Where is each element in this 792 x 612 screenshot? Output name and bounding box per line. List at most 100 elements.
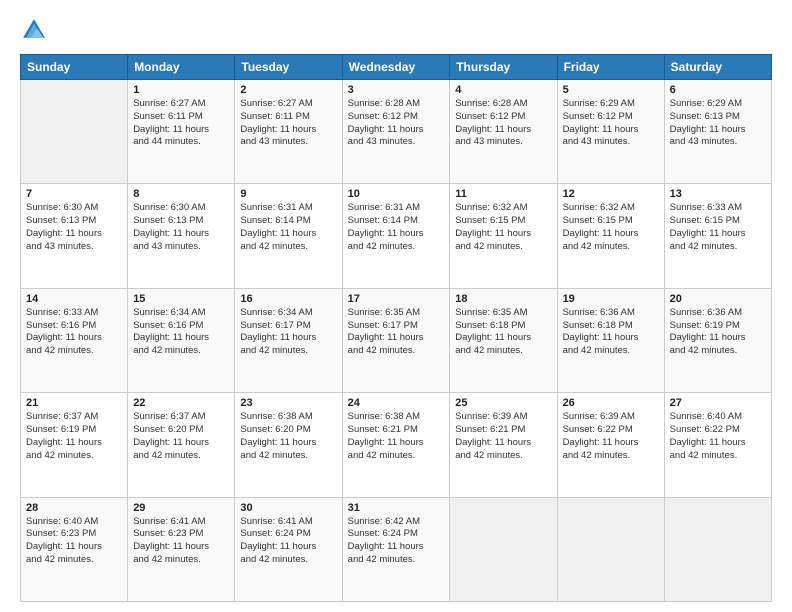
calendar-cell: 26Sunrise: 6:39 AM Sunset: 6:22 PM Dayli… bbox=[557, 393, 664, 497]
day-number: 22 bbox=[133, 397, 229, 409]
day-info: Sunrise: 6:37 AM Sunset: 6:19 PM Dayligh… bbox=[26, 411, 122, 462]
day-number: 21 bbox=[26, 397, 122, 409]
day-info: Sunrise: 6:36 AM Sunset: 6:19 PM Dayligh… bbox=[670, 307, 766, 358]
day-of-week-header: Wednesday bbox=[342, 55, 450, 80]
day-info: Sunrise: 6:33 AM Sunset: 6:15 PM Dayligh… bbox=[670, 202, 766, 253]
calendar-cell: 29 Sunrise: 6:41 AM Sunset: 6:23 PM Dayli… bbox=[128, 497, 235, 601]
header bbox=[20, 16, 772, 44]
day-number: 30 bbox=[240, 502, 336, 514]
day-number: 5 bbox=[563, 84, 659, 96]
day-of-week-header: Thursday bbox=[450, 55, 557, 80]
calendar-cell: 13 Sunrise: 6:33 AM Sunset: 6:15 PM Dayli… bbox=[664, 184, 771, 288]
day-of-week-header: Friday bbox=[557, 55, 664, 80]
calendar: SundayMondayTuesdayWednesdayThursdayFrid… bbox=[20, 54, 772, 602]
day-info: Sunrise: 6:28 AM Sunset: 6:12 PM Dayligh… bbox=[348, 98, 445, 149]
calendar-cell: 4 Sunrise: 6:28 AM Sunset: 6:12 PM Daylig… bbox=[450, 80, 557, 184]
calendar-cell: 10 Sunrise: 6:31 AM Sunset: 6:14 PM Dayli… bbox=[342, 184, 450, 288]
day-info: Sunrise: 6:40 AM Sunset: 6:22 PM Dayligh… bbox=[670, 411, 766, 462]
page: SundayMondayTuesdayWednesdayThursdayFrid… bbox=[0, 0, 792, 612]
calendar-cell bbox=[557, 497, 664, 601]
day-info: Sunrise: 6:34 AM Sunset: 6:17 PM Dayligh… bbox=[240, 307, 336, 358]
day-info: Sunrise: 6:36 AM Sunset: 6:18 PM Dayligh… bbox=[563, 307, 659, 358]
calendar-cell: 30Sunrise: 6:41 AM Sunset: 6:24 PM Dayli… bbox=[235, 497, 342, 601]
calendar-week-row: 1 Sunrise: 6:27 AM Sunset: 6:11 PM Daylig… bbox=[21, 80, 772, 184]
calendar-week-row: 7 Sunrise: 6:30 AM Sunset: 6:13 PM Daylig… bbox=[21, 184, 772, 288]
day-number: 25 bbox=[455, 397, 551, 409]
logo bbox=[20, 16, 52, 44]
calendar-cell: 27 Sunrise: 6:40 AM Sunset: 6:22 PM Dayli… bbox=[664, 393, 771, 497]
calendar-cell: 1 Sunrise: 6:27 AM Sunset: 6:11 PM Daylig… bbox=[128, 80, 235, 184]
day-number: 18 bbox=[455, 293, 551, 305]
day-number: 12 bbox=[563, 188, 659, 200]
calendar-cell: 8 Sunrise: 6:30 AM Sunset: 6:13 PM Daylig… bbox=[128, 184, 235, 288]
day-number: 7 bbox=[26, 188, 122, 200]
day-info: Sunrise: 6:32 AM Sunset: 6:15 PM Dayligh… bbox=[455, 202, 551, 253]
day-number: 28 bbox=[26, 502, 122, 514]
day-info: Sunrise: 6:30 AM Sunset: 6:13 PM Dayligh… bbox=[133, 202, 229, 253]
day-number: 29 bbox=[133, 502, 229, 514]
calendar-week-row: 28Sunrise: 6:40 AM Sunset: 6:23 PM Dayli… bbox=[21, 497, 772, 601]
calendar-cell: 31 Sunrise: 6:42 AM Sunset: 6:24 PM Dayli… bbox=[342, 497, 450, 601]
day-number: 1 bbox=[133, 84, 229, 96]
day-number: 17 bbox=[348, 293, 445, 305]
day-of-week-header: Tuesday bbox=[235, 55, 342, 80]
calendar-cell: 23 Sunrise: 6:38 AM Sunset: 6:20 PM Dayli… bbox=[235, 393, 342, 497]
day-info: Sunrise: 6:28 AM Sunset: 6:12 PM Dayligh… bbox=[455, 98, 551, 149]
calendar-cell: 20 Sunrise: 6:36 AM Sunset: 6:19 PM Dayli… bbox=[664, 288, 771, 392]
calendar-cell: 6Sunrise: 6:29 AM Sunset: 6:13 PM Daylig… bbox=[664, 80, 771, 184]
day-info: Sunrise: 6:33 AM Sunset: 6:16 PM Dayligh… bbox=[26, 307, 122, 358]
calendar-cell: 2 Sunrise: 6:27 AM Sunset: 6:11 PM Daylig… bbox=[235, 80, 342, 184]
calendar-cell bbox=[21, 80, 128, 184]
day-info: Sunrise: 6:32 AM Sunset: 6:15 PM Dayligh… bbox=[563, 202, 659, 253]
calendar-cell: 18 Sunrise: 6:35 AM Sunset: 6:18 PM Dayli… bbox=[450, 288, 557, 392]
day-number: 13 bbox=[670, 188, 766, 200]
day-info: Sunrise: 6:42 AM Sunset: 6:24 PM Dayligh… bbox=[348, 516, 445, 567]
day-info: Sunrise: 6:38 AM Sunset: 6:21 PM Dayligh… bbox=[348, 411, 445, 462]
day-info: Sunrise: 6:31 AM Sunset: 6:14 PM Dayligh… bbox=[240, 202, 336, 253]
day-number: 31 bbox=[348, 502, 445, 514]
day-number: 14 bbox=[26, 293, 122, 305]
day-of-week-header: Monday bbox=[128, 55, 235, 80]
calendar-cell: 28Sunrise: 6:40 AM Sunset: 6:23 PM Dayli… bbox=[21, 497, 128, 601]
day-number: 8 bbox=[133, 188, 229, 200]
day-info: Sunrise: 6:29 AM Sunset: 6:12 PM Dayligh… bbox=[563, 98, 659, 149]
calendar-cell: 5 Sunrise: 6:29 AM Sunset: 6:12 PM Daylig… bbox=[557, 80, 664, 184]
calendar-cell bbox=[450, 497, 557, 601]
calendar-cell: 11 Sunrise: 6:32 AM Sunset: 6:15 PM Dayli… bbox=[450, 184, 557, 288]
day-number: 26 bbox=[563, 397, 659, 409]
logo-icon bbox=[20, 16, 48, 44]
calendar-cell: 14 Sunrise: 6:33 AM Sunset: 6:16 PM Dayli… bbox=[21, 288, 128, 392]
day-number: 20 bbox=[670, 293, 766, 305]
day-number: 19 bbox=[563, 293, 659, 305]
day-info: Sunrise: 6:34 AM Sunset: 6:16 PM Dayligh… bbox=[133, 307, 229, 358]
calendar-week-row: 14 Sunrise: 6:33 AM Sunset: 6:16 PM Dayli… bbox=[21, 288, 772, 392]
day-number: 9 bbox=[240, 188, 336, 200]
day-number: 11 bbox=[455, 188, 551, 200]
day-of-week-header: Saturday bbox=[664, 55, 771, 80]
calendar-cell: 15 Sunrise: 6:34 AM Sunset: 6:16 PM Dayli… bbox=[128, 288, 235, 392]
day-info: Sunrise: 6:41 AM Sunset: 6:23 PM Dayligh… bbox=[133, 516, 229, 567]
day-info: Sunrise: 6:30 AM Sunset: 6:13 PM Dayligh… bbox=[26, 202, 122, 253]
day-info: Sunrise: 6:27 AM Sunset: 6:11 PM Dayligh… bbox=[133, 98, 229, 149]
day-number: 3 bbox=[348, 84, 445, 96]
day-info: Sunrise: 6:35 AM Sunset: 6:17 PM Dayligh… bbox=[348, 307, 445, 358]
day-info: Sunrise: 6:35 AM Sunset: 6:18 PM Dayligh… bbox=[455, 307, 551, 358]
day-number: 16 bbox=[240, 293, 336, 305]
calendar-cell: 25Sunrise: 6:39 AM Sunset: 6:21 PM Dayli… bbox=[450, 393, 557, 497]
day-info: Sunrise: 6:27 AM Sunset: 6:11 PM Dayligh… bbox=[240, 98, 336, 149]
day-number: 27 bbox=[670, 397, 766, 409]
day-number: 2 bbox=[240, 84, 336, 96]
calendar-cell: 7 Sunrise: 6:30 AM Sunset: 6:13 PM Daylig… bbox=[21, 184, 128, 288]
day-number: 15 bbox=[133, 293, 229, 305]
calendar-header-row: SundayMondayTuesdayWednesdayThursdayFrid… bbox=[21, 55, 772, 80]
day-number: 23 bbox=[240, 397, 336, 409]
calendar-cell: 17 Sunrise: 6:35 AM Sunset: 6:17 PM Dayli… bbox=[342, 288, 450, 392]
day-number: 4 bbox=[455, 84, 551, 96]
day-info: Sunrise: 6:31 AM Sunset: 6:14 PM Dayligh… bbox=[348, 202, 445, 253]
calendar-cell: 9 Sunrise: 6:31 AM Sunset: 6:14 PM Daylig… bbox=[235, 184, 342, 288]
calendar-cell: 21 Sunrise: 6:37 AM Sunset: 6:19 PM Dayli… bbox=[21, 393, 128, 497]
calendar-cell bbox=[664, 497, 771, 601]
day-number: 10 bbox=[348, 188, 445, 200]
day-info: Sunrise: 6:38 AM Sunset: 6:20 PM Dayligh… bbox=[240, 411, 336, 462]
calendar-cell: 12 Sunrise: 6:32 AM Sunset: 6:15 PM Dayli… bbox=[557, 184, 664, 288]
